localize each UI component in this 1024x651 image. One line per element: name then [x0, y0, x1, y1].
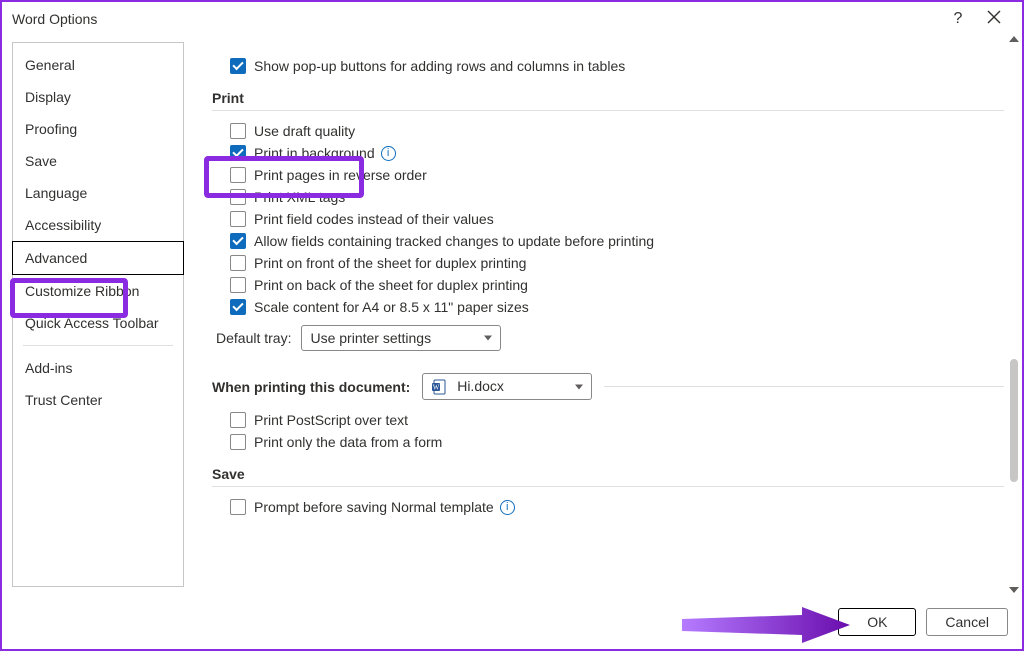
document-select[interactable]: W Hi.docx — [422, 373, 592, 400]
sidebar-item-label: Trust Center — [25, 392, 102, 408]
checkbox[interactable] — [230, 58, 246, 74]
scroll-thumb[interactable] — [1010, 359, 1018, 482]
option-data-only[interactable]: Print only the data from a form — [230, 434, 1004, 450]
options-content: Show pop-up buttons for adding rows and … — [190, 42, 1020, 587]
sidebar-item-label: Customize Ribbon — [25, 283, 139, 299]
option-label: Allow fields containing tracked changes … — [254, 233, 654, 249]
option-tracked-changes[interactable]: Allow fields containing tracked changes … — [230, 233, 1004, 249]
sidebar-item-label: Add-ins — [25, 360, 72, 376]
option-field-codes[interactable]: Print field codes instead of their value… — [230, 211, 1004, 227]
sidebar-item-label: Save — [25, 153, 57, 169]
word-doc-icon: W — [431, 379, 447, 395]
section-rule — [212, 110, 1004, 111]
option-label: Print field codes instead of their value… — [254, 211, 494, 227]
ok-button[interactable]: OK — [838, 608, 916, 636]
option-popup-table-buttons[interactable]: Show pop-up buttons for adding rows and … — [230, 58, 1004, 74]
option-label: Print in background — [254, 145, 375, 161]
sidebar-item-label: Proofing — [25, 121, 77, 137]
default-tray-row: Default tray: Use printer settings — [216, 325, 1004, 351]
sidebar-item-trust-center[interactable]: Trust Center — [13, 384, 183, 416]
scroll-up-icon[interactable] — [1009, 36, 1019, 42]
sidebar-item-label: General — [25, 57, 75, 73]
option-scale-a4[interactable]: Scale content for A4 or 8.5 x 11" paper … — [230, 299, 1004, 315]
checkbox[interactable] — [230, 299, 246, 315]
checkbox[interactable] — [230, 167, 246, 183]
checkbox[interactable] — [230, 277, 246, 293]
option-print-xml[interactable]: Print XML tags — [230, 189, 1004, 205]
section-title-doc: When printing this document: — [212, 379, 410, 395]
sidebar-item-accessibility[interactable]: Accessibility — [13, 209, 183, 241]
category-sidebar: General Display Proofing Save Language A… — [12, 42, 184, 587]
sidebar-item-label: Accessibility — [25, 217, 101, 233]
info-icon[interactable]: i — [500, 500, 515, 515]
sidebar-item-label: Display — [25, 89, 71, 105]
section-title-save: Save — [212, 466, 1004, 482]
scroll-down-icon[interactable] — [1009, 587, 1019, 593]
scrollbar[interactable] — [1008, 36, 1020, 593]
help-icon[interactable]: ? — [940, 10, 976, 28]
dialog-footer: OK Cancel — [2, 595, 1022, 649]
sidebar-item-save[interactable]: Save — [13, 145, 183, 177]
option-postscript[interactable]: Print PostScript over text — [230, 412, 1004, 428]
info-icon[interactable]: i — [381, 146, 396, 161]
checkbox[interactable] — [230, 211, 246, 227]
option-label: Scale content for A4 or 8.5 x 11" paper … — [254, 299, 529, 315]
option-print-background[interactable]: Print in background i — [230, 145, 1004, 161]
section-title-print: Print — [212, 90, 1004, 106]
window-title: Word Options — [12, 11, 940, 27]
section-rule — [604, 386, 1004, 387]
default-tray-select[interactable]: Use printer settings — [301, 325, 501, 351]
option-draft-quality[interactable]: Use draft quality — [230, 123, 1004, 139]
sidebar-item-label: Quick Access Toolbar — [25, 315, 159, 331]
sidebar-item-quick-access[interactable]: Quick Access Toolbar — [13, 307, 183, 339]
section-when-printing-doc: When printing this document: W Hi.docx — [212, 373, 1004, 400]
close-icon[interactable] — [976, 10, 1012, 29]
option-prompt-normal[interactable]: Prompt before saving Normal template i — [230, 499, 1004, 515]
sidebar-item-display[interactable]: Display — [13, 81, 183, 113]
cancel-button[interactable]: Cancel — [926, 608, 1008, 636]
sidebar-item-advanced[interactable]: Advanced — [12, 241, 184, 275]
sidebar-separator — [23, 345, 173, 346]
checkbox[interactable] — [230, 233, 246, 249]
checkbox[interactable] — [230, 412, 246, 428]
sidebar-item-proofing[interactable]: Proofing — [13, 113, 183, 145]
titlebar: Word Options ? — [2, 2, 1022, 34]
option-label: Print on back of the sheet for duplex pr… — [254, 277, 528, 293]
section-rule — [212, 486, 1004, 487]
option-duplex-back[interactable]: Print on back of the sheet for duplex pr… — [230, 277, 1004, 293]
sidebar-item-label: Advanced — [25, 250, 87, 266]
sidebar-item-language[interactable]: Language — [13, 177, 183, 209]
option-label: Print pages in reverse order — [254, 167, 427, 183]
option-duplex-front[interactable]: Print on front of the sheet for duplex p… — [230, 255, 1004, 271]
default-tray-label: Default tray: — [216, 330, 291, 346]
option-label: Use draft quality — [254, 123, 355, 139]
option-label: Print PostScript over text — [254, 412, 408, 428]
option-label: Print XML tags — [254, 189, 345, 205]
checkbox[interactable] — [230, 434, 246, 450]
checkbox[interactable] — [230, 145, 246, 161]
sidebar-item-addins[interactable]: Add-ins — [13, 352, 183, 384]
button-label: Cancel — [945, 614, 989, 630]
sidebar-item-label: Language — [25, 185, 87, 201]
option-label: Show pop-up buttons for adding rows and … — [254, 58, 625, 74]
option-label: Print on front of the sheet for duplex p… — [254, 255, 526, 271]
checkbox[interactable] — [230, 189, 246, 205]
checkbox[interactable] — [230, 499, 246, 515]
sidebar-item-general[interactable]: General — [13, 49, 183, 81]
checkbox[interactable] — [230, 123, 246, 139]
select-value: Use printer settings — [310, 330, 431, 346]
checkbox[interactable] — [230, 255, 246, 271]
sidebar-item-customize-ribbon[interactable]: Customize Ribbon — [13, 275, 183, 307]
option-label: Prompt before saving Normal template — [254, 499, 494, 515]
option-label: Print only the data from a form — [254, 434, 442, 450]
select-value: Hi.docx — [457, 378, 504, 394]
svg-text:W: W — [433, 384, 440, 392]
button-label: OK — [867, 614, 887, 630]
option-reverse-order[interactable]: Print pages in reverse order — [230, 167, 1004, 183]
